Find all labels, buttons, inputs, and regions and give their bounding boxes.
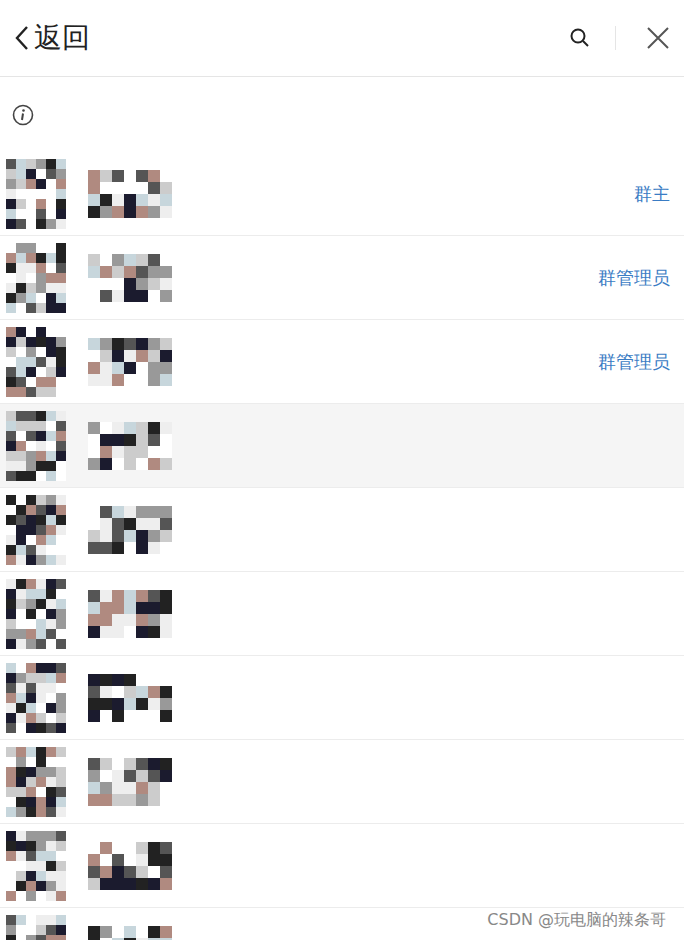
member-row[interactable] — [0, 740, 684, 824]
name-mosaic — [88, 926, 172, 940]
avatar — [6, 915, 66, 940]
name-mosaic — [88, 422, 172, 470]
name-mosaic — [88, 758, 172, 806]
name-mosaic — [88, 506, 172, 554]
name-mosaic — [88, 842, 172, 890]
header-divider — [615, 26, 616, 50]
search-icon[interactable] — [569, 27, 591, 49]
avatar — [6, 327, 66, 397]
role-badge: 群管理员 — [598, 348, 670, 375]
member-row[interactable]: 群主 — [0, 152, 684, 236]
name-mosaic — [88, 170, 172, 218]
member-list: 群主群管理员群管理员 — [0, 152, 684, 940]
header-bar: 返回 — [0, 0, 684, 77]
avatar — [6, 495, 66, 565]
name-mosaic — [88, 338, 172, 386]
back-label: 返回 — [34, 24, 90, 52]
member-row[interactable]: 群管理员 — [0, 236, 684, 320]
avatar — [6, 411, 66, 481]
member-row[interactable] — [0, 656, 684, 740]
avatar — [6, 579, 66, 649]
name-mosaic — [88, 674, 172, 722]
name-mosaic — [88, 590, 172, 638]
member-row[interactable] — [0, 572, 684, 656]
avatar — [6, 831, 66, 901]
name-mosaic — [88, 254, 172, 302]
close-icon[interactable] — [646, 26, 670, 50]
info-row — [0, 77, 684, 152]
watermark: CSDN @玩电脑的辣条哥 — [485, 908, 668, 932]
info-icon[interactable] — [12, 104, 34, 126]
avatar — [6, 747, 66, 817]
avatar — [6, 159, 66, 229]
member-row[interactable] — [0, 824, 684, 908]
role-badge: 群管理员 — [598, 264, 670, 291]
chevron-left-icon — [14, 24, 30, 52]
role-badge: 群主 — [634, 180, 670, 207]
member-row[interactable] — [0, 488, 684, 572]
member-row[interactable] — [0, 404, 684, 488]
member-row[interactable]: 群管理员 — [0, 320, 684, 404]
avatar — [6, 663, 66, 733]
avatar — [6, 243, 66, 313]
back-button[interactable]: 返回 — [14, 24, 90, 52]
